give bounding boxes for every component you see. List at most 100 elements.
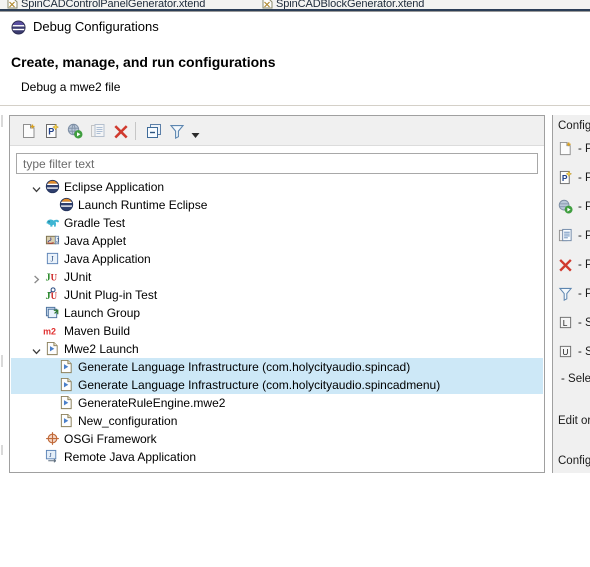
svg-text:J: J [49,452,52,459]
tree-item-osgi-framework[interactable]: OSGi Framework [11,430,543,448]
java-applet-icon: J [45,233,61,249]
help-entry-text: - P [578,143,590,155]
tree-item-label: Launch Group [64,306,141,320]
new-config-icon [558,141,574,157]
twisty-collapsed-icon[interactable] [32,273,41,284]
launch-group-icon [45,305,61,321]
tree-item-label: JUnit [64,270,92,284]
tree-item-label: GenerateRuleEngine.mwe2 [78,396,226,410]
tree-item-label: New_configuration [78,414,178,428]
tree-item-label: JUnit Plug-in Test [64,288,158,302]
osgi-icon [45,431,61,447]
eclipse-app-icon [59,197,75,213]
new-launch-configuration-button[interactable] [19,121,39,141]
debug-configurations-dialog: Debug Configurations Create, manage, and… [0,11,590,567]
page-subtitle: Debug a mwe2 file [21,80,121,94]
eclipse-app-icon [45,179,61,195]
maven-m2-icon: m2 [43,323,59,339]
tree-item-label: Java Application [64,252,151,266]
help-entry-text: - S [578,317,590,329]
launch-config-toolbar: P [10,116,544,146]
duplicate-icon [558,228,574,244]
mwe2-config-icon [59,359,75,375]
help-panel-title: Config [558,120,590,132]
tree-item-java-applet[interactable]: J Java Applet [11,232,543,250]
help-entry-text: - P [578,288,590,300]
tree-item-label: Launch Runtime Eclipse [78,198,208,212]
mwe2-config-icon [59,377,75,393]
launch-configuration-panel: P type filter text Eclipse Application L… [9,115,545,473]
tree-item-remote-java-application[interactable]: J Remote Java Application [11,448,543,466]
tree-item-label: Maven Build [64,324,131,338]
delete-red-x-icon [558,257,574,273]
xtend-file-icon [7,0,18,9]
launch-configuration-tree[interactable]: Eclipse Application Launch Runtime Eclip… [11,178,543,472]
remote-java-icon: J [45,449,61,465]
help-entry-text: - P [578,259,590,271]
link-prototype-icon: L [558,315,574,331]
tree-item-maven-build[interactable]: m2 Maven Build [11,322,543,340]
mwe2-config-icon [59,413,75,429]
mwe2-config-icon [59,395,75,411]
help-entry-text: - P [578,201,590,213]
export-button[interactable] [65,121,85,141]
tree-item-label: Generate Language Infrastructure (com.ho… [78,378,441,392]
tree-item-generate-language-infrastructure-spincadmenu[interactable]: Generate Language Infrastructure (com.ho… [11,376,543,394]
gradle-elephant-icon [45,215,61,231]
tree-item-label: Eclipse Application [64,180,165,194]
tree-item-launch-group[interactable]: Launch Group [11,304,543,322]
delete-red-x-icon[interactable] [111,121,131,141]
chevron-down-icon[interactable] [191,128,200,138]
tree-item-eclipse-application[interactable]: Eclipse Application [11,178,543,196]
mwe2-launch-icon [45,341,61,357]
duplicate-button [88,121,108,141]
xtend-file-icon [262,0,273,9]
svg-text:L: L [563,318,568,328]
page-title: Create, manage, and run configurations [11,54,276,70]
dialog-title: Debug Configurations [33,19,159,34]
svg-text:U: U [51,272,58,282]
tree-item-label: Mwe2 Launch [64,342,139,356]
new-prototype-button[interactable]: P [42,121,62,141]
help-entry-text: - S [578,346,590,358]
tree-item-new-configuration[interactable]: New_configuration [11,412,543,430]
tree-item-mwe2-launch[interactable]: Mwe2 Launch [11,340,543,358]
toolbar-separator [135,122,136,140]
help-edit-line: Edit or [558,415,590,427]
twisty-expanded-icon[interactable] [32,183,41,193]
tree-item-label: Remote Java Application [64,450,197,464]
tree-item-junit-plugin-test[interactable]: J U JUnit Plug-in Test [11,286,543,304]
export-icon [558,199,574,215]
svg-text:J: J [56,237,59,244]
tree-item-gradle-test[interactable]: Gradle Test [11,214,543,232]
tree-item-generate-language-infrastructure-spincad[interactable]: Generate Language Infrastructure (com.ho… [11,358,543,376]
junit-plugin-icon: J U [45,287,61,303]
junit-icon: J U [45,269,61,285]
tree-item-label: Java Applet [64,234,127,248]
tree-item-label: Gradle Test [64,216,126,230]
background-editor-tab-strip: SpinCADControlPanelGenerator.xtend SpinC… [0,0,590,11]
new-prototype-icon: P [558,170,574,186]
filter-funnel-icon[interactable] [167,121,187,141]
java-application-icon: J [45,251,61,267]
tree-item-generate-rule-engine[interactable]: GenerateRuleEngine.mwe2 [11,394,543,412]
configuration-help-panel: Config - P P - P - P - P - P - P L - S [552,115,590,473]
collapse-all-button[interactable] [144,121,164,141]
svg-text:J: J [51,255,54,264]
help-entry-text: - P [578,172,590,184]
svg-text:U: U [562,347,568,357]
filter-placeholder: type filter text [23,157,95,171]
tree-item-launch-runtime-eclipse[interactable]: Launch Runtime Eclipse [11,196,543,214]
left-edge-line [0,115,1,473]
twisty-expanded-icon[interactable] [32,345,41,355]
filter-input[interactable]: type filter text [16,153,538,174]
svg-text:P: P [48,127,54,137]
svg-text:m2: m2 [43,326,56,336]
tree-item-junit[interactable]: J U JUnit [11,268,543,286]
help-config-line: Config [558,455,590,467]
tree-item-label: OSGi Framework [64,432,157,446]
dialog-titlebar: Debug Configurations [0,12,590,42]
tree-item-label: Generate Language Infrastructure (com.ho… [78,360,411,374]
filter-funnel-icon [558,286,574,302]
tree-item-java-application[interactable]: J Java Application [11,250,543,268]
